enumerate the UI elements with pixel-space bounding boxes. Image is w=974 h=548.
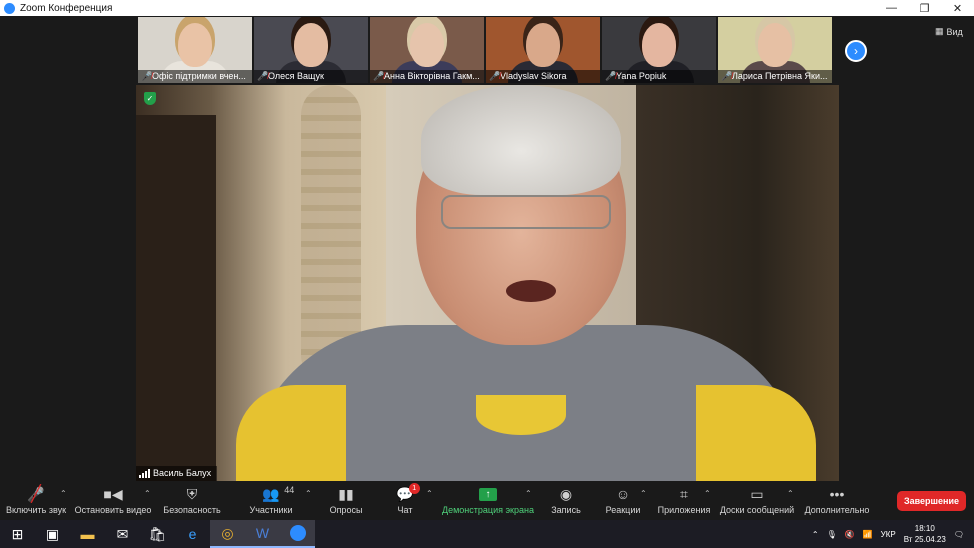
reactions-options-caret[interactable]: ⌃ <box>640 489 647 498</box>
tray-overflow-icon[interactable]: ⌃ <box>812 530 819 539</box>
share-screen-icon: ↑ <box>479 487 497 501</box>
signal-strength-icon <box>139 469 150 478</box>
gallery-strip: Офіс підтримки вчен... 🎤̸ Олеся Ващук 🎤̸ Анн… <box>138 17 832 85</box>
speaker-name: Василь Балух <box>153 468 212 478</box>
grid-icon: ▦ <box>935 26 944 36</box>
windows-start-icon[interactable]: ⊞ <box>0 520 35 548</box>
windows-taskbar: ⊞ ▣ ▬ ✉ 🛍 e ◎ W ⌃ 🎙 🔇 📶 УКР 18:10 Вт 25.… <box>0 520 974 548</box>
participant-thumbnail[interactable]: Лариса Петрівна Яки... 🎤̸ <box>718 17 832 83</box>
speaker-muted-icon[interactable]: 🔇 <box>845 530 855 539</box>
whiteboards-options-caret[interactable]: ⌃ <box>787 489 794 498</box>
participant-name: Офіс підтримки вчен... <box>138 70 252 83</box>
share-screen-button[interactable]: ↑ Демонстрация экрана <box>442 483 534 520</box>
file-explorer-icon[interactable]: ▬ <box>70 520 105 548</box>
participant-thumbnail[interactable]: Vladyslav Sikora 🎤̸ <box>486 17 600 83</box>
whiteboards-button[interactable]: ▭ Доски сообщений <box>720 483 794 520</box>
mic-muted-icon: 🎤̸ <box>257 71 269 81</box>
participant-thumbnail[interactable]: Офіс підтримки вчен... 🎤̸ <box>138 17 252 83</box>
clock-time: 18:10 <box>914 524 935 533</box>
participants-button[interactable]: 👥 44 Участники <box>246 483 296 520</box>
chat-unread-badge: 1 <box>408 483 420 494</box>
apps-icon: ⌗ <box>680 485 688 502</box>
share-options-caret[interactable]: ⌃ <box>525 489 532 498</box>
audio-options-caret[interactable]: ⌃ <box>60 489 67 498</box>
mic-muted-icon: 🎤̸ <box>489 71 501 81</box>
language-indicator[interactable]: УКР <box>881 530 896 539</box>
chevron-right-icon: › <box>854 44 858 58</box>
more-button[interactable]: ••• Дополнительно <box>804 483 870 520</box>
view-button[interactable]: ▦ Вид <box>935 26 963 37</box>
meeting-area: Офіс підтримки вчен... 🎤̸ Олеся Ващук 🎤̸ Анн… <box>0 16 974 483</box>
record-icon: ◉ <box>559 485 573 502</box>
reactions-button[interactable]: ☺ Реакции <box>604 483 642 520</box>
shield-icon: ⛨ <box>186 485 198 502</box>
apps-options-caret[interactable]: ⌃ <box>704 489 711 498</box>
window-title: Zoom Конференция <box>20 2 113 14</box>
chat-options-caret[interactable]: ⌃ <box>426 489 433 498</box>
chat-bubble-icon: 💬 1 <box>396 483 420 505</box>
view-label: Вид <box>946 26 963 37</box>
window-controls: — ❐ ✕ <box>875 0 974 16</box>
active-speaker-video[interactable]: ✓ Василь Балух <box>136 85 839 481</box>
mic-muted-icon: 🎤̸ <box>605 71 617 81</box>
participants-icon: 👥 44 <box>262 485 295 502</box>
participant-thumbnail[interactable]: Олеся Ващук 🎤̸ <box>254 17 368 83</box>
participant-name: Анна Вікторівна Гакм... <box>370 70 484 83</box>
mic-muted-icon: 🎤̸ <box>721 71 733 81</box>
smiley-icon: ☺ <box>615 486 631 502</box>
notifications-icon[interactable]: 🗨 <box>954 530 964 539</box>
mic-muted-icon: 🎤̸ <box>373 71 385 81</box>
participants-count: 44 <box>284 485 295 495</box>
participants-options-caret[interactable]: ⌃ <box>305 489 312 498</box>
store-icon[interactable]: 🛍 <box>140 520 175 548</box>
bar-chart-icon: ▮▮ <box>338 485 354 502</box>
word-icon[interactable]: W <box>245 520 280 548</box>
video-options-caret[interactable]: ⌃ <box>144 489 151 498</box>
restore-button[interactable]: ❐ <box>908 0 941 16</box>
participant-thumbnail[interactable]: Анна Вікторівна Гакм... 🎤̸ <box>370 17 484 83</box>
speaker-name-tag: Василь Балух <box>136 466 218 481</box>
mic-muted-icon: 🎤 ╱ <box>27 485 45 504</box>
title-bar: Zoom Конференция — ❐ ✕ <box>0 0 974 16</box>
edge-icon[interactable]: e <box>175 520 210 548</box>
participant-name: Олеся Ващук <box>254 70 368 83</box>
close-button[interactable]: ✕ <box>941 0 974 16</box>
minimize-button[interactable]: — <box>875 0 908 16</box>
participant-name: Yana Popiuk <box>602 70 716 83</box>
clock[interactable]: 18:10 Вт 25.04.23 <box>904 523 946 545</box>
end-meeting-button[interactable]: Завершение <box>897 491 966 511</box>
chat-button[interactable]: 💬 1 Чат <box>390 483 420 520</box>
participant-thumbnail[interactable]: Yana Popiuk 🎤̸ <box>602 17 716 83</box>
participant-name: Vladyslav Sikora <box>486 70 600 83</box>
record-button[interactable]: ◉ Запись <box>548 483 584 520</box>
polls-button[interactable]: ▮▮ Опросы <box>326 483 366 520</box>
zoom-icon[interactable] <box>280 520 315 548</box>
more-dots-icon: ••• <box>829 486 845 502</box>
unmute-button[interactable]: 🎤 ╱ Включить звук <box>6 483 66 520</box>
participant-name: Лариса Петрівна Яки... <box>718 70 832 83</box>
next-page-button[interactable]: › <box>845 40 867 62</box>
encryption-shield-icon[interactable]: ✓ <box>144 92 156 105</box>
system-tray: ⌃ 🎙 🔇 📶 УКР 18:10 Вт 25.04.23 🗨 <box>812 520 974 548</box>
microphone-icon[interactable]: 🎙 <box>827 530 837 539</box>
wifi-icon[interactable]: 📶 <box>863 530 873 539</box>
whiteboard-icon: ▭ <box>750 485 764 502</box>
mic-muted-icon: 🎤̸ <box>141 71 153 81</box>
mail-icon[interactable]: ✉ <box>105 520 140 548</box>
clock-date: Вт 25.04.23 <box>903 535 946 544</box>
security-button[interactable]: ⛨ Безопасность <box>162 483 222 520</box>
stop-video-button[interactable]: ■◀ Остановить видео <box>75 483 152 520</box>
meeting-toolbar: 🎤 ╱ Включить звук ⌃ ■◀ Остановить видео ⌃… <box>0 483 974 520</box>
video-camera-icon: ■◀ <box>103 485 123 502</box>
chrome-icon[interactable]: ◎ <box>210 520 245 548</box>
task-view-icon[interactable]: ▣ <box>35 520 70 548</box>
zoom-logo-icon <box>4 2 15 14</box>
